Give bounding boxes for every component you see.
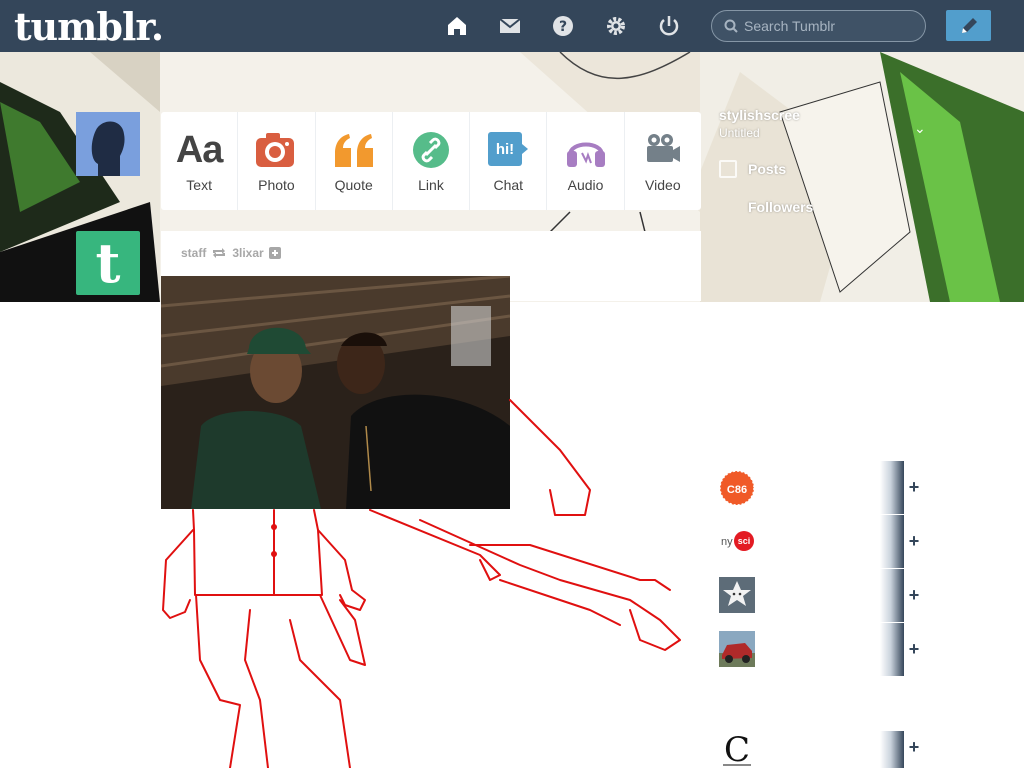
post-source[interactable]: 3lixar bbox=[232, 246, 263, 260]
car-photo-icon bbox=[719, 631, 755, 667]
account-followers-link[interactable]: Followers bbox=[748, 199, 813, 215]
post-type-label: Audio bbox=[567, 177, 604, 193]
post-header: staff 3lixar bbox=[181, 246, 286, 260]
star-face-icon bbox=[719, 577, 755, 613]
tumblr-t-icon: t bbox=[95, 231, 121, 295]
top-nav-bar: tumblr. ? bbox=[0, 0, 1024, 52]
svg-text:C86: C86 bbox=[727, 484, 747, 496]
mail-icon[interactable] bbox=[497, 13, 523, 39]
follow-button[interactable]: + bbox=[906, 585, 922, 605]
posts-icon bbox=[719, 160, 737, 178]
post-type-text[interactable]: Aa Text bbox=[161, 112, 239, 210]
account-blog-name[interactable]: stylishscree bbox=[719, 107, 800, 123]
post-type-video[interactable]: Video bbox=[625, 112, 701, 210]
post-type-label: Video bbox=[645, 177, 681, 193]
svg-text:C: C bbox=[724, 731, 750, 767]
reblog-icon bbox=[211, 247, 227, 259]
chat-hi-icon: hi! bbox=[488, 129, 529, 171]
post-author[interactable]: staff bbox=[181, 246, 206, 260]
post-type-label: Quote bbox=[334, 177, 373, 193]
recommended-avatar-car[interactable] bbox=[719, 631, 755, 667]
home-icon[interactable] bbox=[444, 13, 470, 39]
nysci-logo-icon: ny sci bbox=[719, 523, 755, 559]
recommended-avatar-c86[interactable]: C86 bbox=[719, 470, 755, 506]
recommended-avatar-star[interactable] bbox=[719, 577, 755, 613]
follow-button[interactable]: + bbox=[906, 737, 922, 757]
staff-avatar[interactable]: t bbox=[76, 231, 140, 295]
tumblr-dashboard: tumblr. ? Search Tumblr Aa Text Photo Qu… bbox=[0, 0, 1024, 768]
c86-badge-icon: C86 bbox=[719, 470, 755, 506]
power-icon[interactable] bbox=[656, 13, 682, 39]
plus-square-icon[interactable] bbox=[268, 247, 281, 259]
compose-button[interactable] bbox=[946, 10, 991, 41]
photo-two-men-icon bbox=[161, 276, 510, 509]
search-input[interactable] bbox=[744, 11, 919, 41]
post-photo[interactable] bbox=[161, 276, 510, 509]
post-type-photo[interactable]: Photo bbox=[238, 112, 316, 210]
help-icon[interactable]: ? bbox=[550, 13, 576, 39]
svg-text:hi!: hi! bbox=[496, 141, 514, 158]
recommended-avatar-c[interactable]: C bbox=[719, 731, 755, 767]
post-type-label: Link bbox=[418, 177, 444, 193]
c-logo-icon: C bbox=[719, 731, 755, 767]
text-aa-icon: Aa bbox=[175, 128, 224, 171]
account-posts-link[interactable]: Posts bbox=[748, 161, 786, 177]
post-type-chat[interactable]: hi! Chat bbox=[470, 112, 548, 210]
post-type-link[interactable]: Link bbox=[393, 112, 471, 210]
post-type-label: Text bbox=[186, 177, 212, 193]
camera-icon bbox=[256, 129, 296, 171]
recommended-bar bbox=[880, 731, 904, 768]
recommended-bar bbox=[880, 623, 904, 676]
post-type-bar: Aa Text Photo Quote Link hi! Chat Audio … bbox=[161, 112, 701, 210]
recommended-bar bbox=[880, 569, 904, 622]
gear-icon[interactable] bbox=[603, 13, 629, 39]
recommended-bar bbox=[880, 461, 904, 514]
account-blog-subtitle: Untitled bbox=[719, 126, 760, 140]
video-camera-icon bbox=[645, 129, 681, 171]
svg-text:sci: sci bbox=[738, 536, 751, 546]
post-type-quote[interactable]: Quote bbox=[316, 112, 393, 210]
user-avatar[interactable] bbox=[76, 112, 140, 176]
silhouette-icon bbox=[76, 112, 140, 176]
link-icon bbox=[412, 129, 450, 171]
post-type-audio[interactable]: Audio bbox=[547, 112, 625, 210]
follow-button[interactable]: + bbox=[906, 531, 922, 551]
search-icon bbox=[724, 19, 738, 33]
tumblr-logo[interactable]: tumblr. bbox=[14, 4, 164, 49]
pencil-icon bbox=[961, 17, 977, 33]
follow-button[interactable]: + bbox=[906, 639, 922, 659]
svg-text:?: ? bbox=[559, 19, 567, 35]
svg-text:ny: ny bbox=[721, 536, 733, 548]
post-type-label: Photo bbox=[258, 177, 295, 193]
chevron-down-icon[interactable]: ⌄ bbox=[914, 120, 926, 137]
search-box bbox=[711, 10, 926, 42]
quote-icon bbox=[333, 129, 375, 171]
headphones-icon bbox=[566, 129, 606, 171]
post-type-label: Chat bbox=[493, 177, 524, 193]
recommended-bar bbox=[880, 515, 904, 568]
recommended-avatar-nysci[interactable]: ny sci bbox=[719, 523, 755, 559]
follow-button[interactable]: + bbox=[906, 477, 922, 497]
